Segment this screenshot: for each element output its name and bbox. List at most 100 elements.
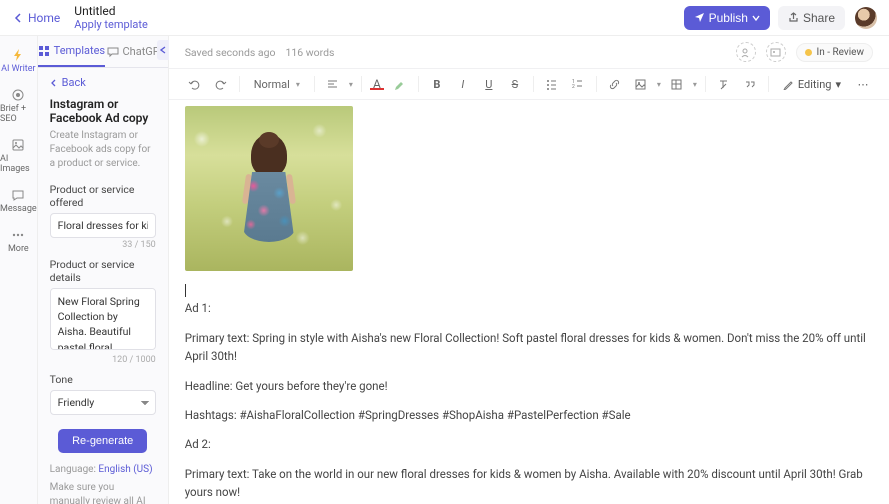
clear-format-icon (717, 78, 730, 91)
rail-more[interactable]: More (8, 228, 29, 254)
app-header: Home Untitled Apply template Publish Sha… (0, 0, 889, 36)
word-count: 116 words (285, 46, 334, 59)
undo-icon (188, 78, 201, 91)
home-label: Home (28, 11, 60, 25)
template-description: Create Instagram or Facebook ads copy fo… (50, 129, 156, 171)
rail-label: Brief + SEO (0, 104, 37, 124)
back-label: Back (62, 76, 86, 89)
rail-label: AI Writer (1, 64, 35, 74)
chevron-down-icon[interactable]: ▾ (693, 80, 697, 89)
editor-status-bar: Saved seconds ago 116 words In - Review (169, 36, 889, 69)
ai-disclaimer: Make sure you manually review all AI gen… (50, 481, 156, 504)
sidebar-panel: Templates ChatGPT Back Instagram or Face… (38, 36, 169, 504)
chevron-down-icon[interactable]: ▾ (657, 80, 661, 89)
editor-content[interactable]: Ad 1: Primary text: Spring in style with… (169, 100, 889, 504)
link-icon (608, 78, 621, 91)
content-line: Primary text: Spring in style with Aisha… (185, 329, 873, 366)
collapse-button[interactable] (157, 40, 169, 60)
avatar[interactable] (855, 7, 877, 29)
language-link[interactable]: English (US) (98, 464, 152, 475)
editor-toolbar: Normal ▾ ▾ A B I U S 12 ▾ ▾ (169, 69, 889, 100)
rail-ai-images[interactable]: AI Images (0, 138, 37, 174)
product-details-counter: 120 / 1000 (50, 355, 156, 365)
review-status[interactable]: In - Review (796, 43, 873, 62)
strikethrough-button[interactable]: S (505, 74, 525, 94)
more-options-button[interactable]: ⋯ (853, 74, 873, 94)
message-icon (11, 188, 25, 202)
tab-templates[interactable]: Templates (38, 36, 105, 67)
apply-template-link[interactable]: Apply template (74, 18, 147, 31)
panel-tabs: Templates ChatGPT (38, 36, 168, 68)
bullet-list-button[interactable] (542, 74, 562, 94)
rail-ai-writer[interactable]: AI Writer (1, 48, 35, 74)
product-offered-label: Product or service offered (50, 183, 156, 209)
align-button[interactable] (323, 74, 343, 94)
target-icon (11, 88, 25, 102)
status-label: In - Review (817, 47, 864, 58)
product-offered-input[interactable] (50, 213, 156, 238)
rail-label: Message (0, 204, 37, 214)
add-image-button[interactable] (766, 42, 786, 62)
chevron-down-icon: ▾ (835, 78, 841, 91)
document-title[interactable]: Untitled (74, 4, 147, 18)
highlight-icon (393, 78, 406, 91)
chevron-down-icon[interactable]: ▾ (349, 80, 353, 89)
share-label: Share (803, 11, 835, 25)
highlight-button[interactable] (390, 74, 410, 94)
image-icon (634, 78, 647, 91)
editing-mode-select[interactable]: Editing ▾ (777, 75, 847, 94)
image-icon (11, 138, 25, 152)
chevron-down-icon (752, 14, 760, 22)
paragraph-style-label: Normal (254, 78, 290, 91)
color-swatch-icon (370, 88, 384, 90)
home-link[interactable]: Home (8, 7, 66, 29)
left-rail: AI Writer Brief + SEO AI Images Message … (0, 36, 38, 504)
chevron-left-icon (50, 79, 58, 87)
content-line: Ad 1: (185, 299, 873, 317)
rail-label: More (8, 244, 29, 254)
chevron-left-icon (160, 46, 166, 54)
content-image[interactable] (185, 106, 353, 271)
chevron-left-icon (14, 13, 24, 23)
bolt-icon (11, 48, 25, 62)
product-details-input[interactable] (50, 288, 156, 350)
publish-button[interactable]: Publish (684, 6, 770, 30)
bold-button[interactable]: B (427, 74, 447, 94)
user-plus-icon (740, 47, 751, 58)
redo-button[interactable] (211, 74, 231, 94)
content-line: Headline: Get yours before they're gone! (185, 377, 873, 395)
link-button[interactable] (605, 74, 625, 94)
insert-image-button[interactable] (631, 74, 651, 94)
redo-icon (214, 78, 227, 91)
share-button[interactable]: Share (778, 6, 845, 30)
share-icon (788, 12, 799, 23)
back-link[interactable]: Back (38, 68, 168, 97)
product-offered-counter: 33 / 150 (50, 240, 156, 250)
tone-select[interactable]: Friendly (50, 390, 156, 415)
numbered-list-button[interactable]: 12 (568, 74, 588, 94)
tone-label: Tone (50, 373, 156, 386)
more-icon (11, 228, 25, 242)
editing-label: Editing (798, 78, 832, 91)
clear-format-button[interactable] (714, 74, 734, 94)
pencil-icon (783, 79, 794, 90)
rail-message[interactable]: Message (0, 188, 37, 214)
quote-icon (743, 78, 756, 91)
text-color-button[interactable]: A (370, 78, 384, 90)
insert-table-button[interactable] (667, 74, 687, 94)
undo-button[interactable] (185, 74, 205, 94)
rail-label: AI Images (0, 154, 37, 174)
bullet-list-icon (545, 78, 558, 91)
underline-button[interactable]: U (479, 74, 499, 94)
status-dot-icon (805, 49, 812, 56)
italic-button[interactable]: I (453, 74, 473, 94)
paragraph-style-select[interactable]: Normal ▾ (248, 75, 306, 94)
quote-button[interactable] (740, 74, 760, 94)
svg-text:2: 2 (572, 84, 575, 90)
rail-brief-seo[interactable]: Brief + SEO (0, 88, 37, 124)
document-title-block: Untitled Apply template (74, 4, 147, 32)
add-member-button[interactable] (736, 42, 756, 62)
save-status: Saved seconds ago (185, 46, 276, 59)
text-cursor (185, 284, 186, 297)
regenerate-button[interactable]: Re-generate (58, 429, 147, 453)
